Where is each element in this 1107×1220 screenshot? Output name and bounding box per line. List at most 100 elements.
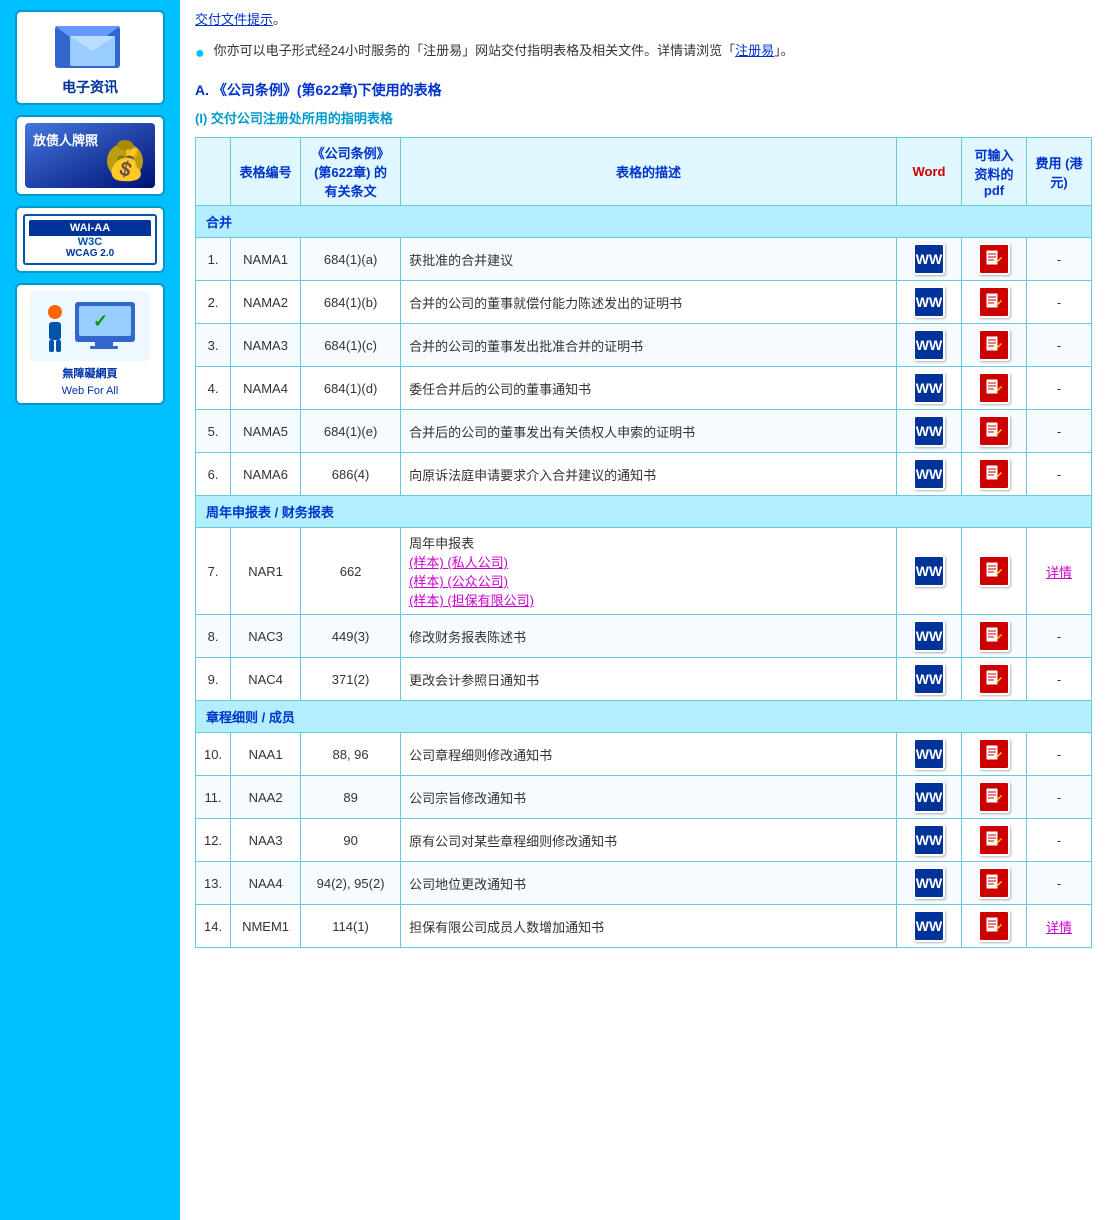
row-number: 12. bbox=[196, 819, 231, 862]
fee-cell[interactable]: 详情 bbox=[1027, 905, 1092, 948]
row-number: 9. bbox=[196, 658, 231, 701]
pdf-icon-cell[interactable] bbox=[962, 658, 1027, 701]
word-icon-cell[interactable]: W bbox=[897, 453, 962, 496]
pdf-icon-cell[interactable] bbox=[962, 281, 1027, 324]
word-icon-cell[interactable]: W bbox=[897, 776, 962, 819]
word-icon-cell[interactable]: W bbox=[897, 281, 962, 324]
fee-cell: - bbox=[1027, 324, 1092, 367]
word-icon[interactable]: W bbox=[913, 415, 945, 447]
col-word: Word bbox=[897, 138, 962, 206]
pdf-icon-cell[interactable] bbox=[962, 324, 1027, 367]
pdf-icon[interactable] bbox=[978, 415, 1010, 447]
wcag-label: WCAG 2.0 bbox=[66, 248, 114, 259]
pdf-icon-cell[interactable] bbox=[962, 776, 1027, 819]
pdf-icon[interactable] bbox=[978, 738, 1010, 770]
pdf-icon[interactable] bbox=[978, 286, 1010, 318]
pdf-icon-cell[interactable] bbox=[962, 367, 1027, 410]
word-icon-cell[interactable]: W bbox=[897, 367, 962, 410]
pdf-icon-cell[interactable] bbox=[962, 410, 1027, 453]
wai-widget[interactable]: WAI-AA W3C WCAG 2.0 bbox=[15, 206, 165, 273]
word-icon-cell[interactable]: W bbox=[897, 862, 962, 905]
accessible-label: 無障礙網頁 bbox=[63, 365, 118, 381]
fee-cell: - bbox=[1027, 453, 1092, 496]
row-number: 5. bbox=[196, 410, 231, 453]
word-icon-cell[interactable]: W bbox=[897, 905, 962, 948]
detail-link[interactable]: 详情 bbox=[1046, 565, 1072, 580]
word-icon[interactable]: W bbox=[913, 329, 945, 361]
pdf-icon-cell[interactable] bbox=[962, 733, 1027, 776]
word-icon[interactable]: W bbox=[913, 738, 945, 770]
word-icon[interactable]: W bbox=[913, 458, 945, 490]
clause: 114(1) bbox=[301, 905, 401, 948]
fee-cell: - bbox=[1027, 658, 1092, 701]
pdf-icon[interactable] bbox=[978, 372, 1010, 404]
group-header-row: 章程细则 / 成员 bbox=[196, 701, 1092, 733]
pdf-icon[interactable] bbox=[978, 329, 1010, 361]
word-icon[interactable]: W bbox=[913, 663, 945, 695]
pdf-icon-cell[interactable] bbox=[962, 615, 1027, 658]
clause: 684(1)(a) bbox=[301, 238, 401, 281]
accessible-widget[interactable]: ✓ 無障礙網頁 Web For All bbox=[15, 283, 165, 405]
word-icon[interactable]: W bbox=[913, 555, 945, 587]
word-icon[interactable]: W bbox=[913, 243, 945, 275]
bond-widget[interactable]: 放债人牌照 $ bbox=[15, 115, 165, 196]
bullet-icon: ● bbox=[195, 41, 205, 67]
word-icon[interactable]: W bbox=[913, 372, 945, 404]
word-icon-cell[interactable]: W bbox=[897, 658, 962, 701]
row-number: 3. bbox=[196, 324, 231, 367]
accessible-sub: Web For All bbox=[62, 385, 119, 397]
word-icon-cell[interactable]: W bbox=[897, 615, 962, 658]
pdf-icon[interactable] bbox=[978, 620, 1010, 652]
detail-link[interactable]: 详情 bbox=[1046, 920, 1072, 935]
table-row: 8.NAC3449(3)修改财务报表陈述书W - bbox=[196, 615, 1092, 658]
pdf-icon[interactable] bbox=[978, 781, 1010, 813]
svg-text:✓: ✓ bbox=[93, 311, 108, 331]
form-id: NAMA3 bbox=[231, 324, 301, 367]
pdf-icon[interactable] bbox=[978, 910, 1010, 942]
word-icon-cell[interactable]: W bbox=[897, 733, 962, 776]
pdf-icon-cell[interactable] bbox=[962, 905, 1027, 948]
row-number: 8. bbox=[196, 615, 231, 658]
svg-text:$: $ bbox=[117, 154, 126, 171]
table-row: 11.NAA289公司宗旨修改通知书W - bbox=[196, 776, 1092, 819]
form-id: NAC4 bbox=[231, 658, 301, 701]
pdf-icon[interactable] bbox=[978, 555, 1010, 587]
pdf-icon[interactable] bbox=[978, 663, 1010, 695]
col-form-number: 表格编号 bbox=[231, 138, 301, 206]
word-icon[interactable]: W bbox=[913, 867, 945, 899]
pdf-icon-cell[interactable] bbox=[962, 862, 1027, 905]
sample-link-1[interactable]: (样本) (私人公司) bbox=[409, 555, 508, 570]
pdf-icon[interactable] bbox=[978, 867, 1010, 899]
sample-link-3[interactable]: (样本) (担保有限公司) bbox=[409, 593, 534, 608]
clause: 89 bbox=[301, 776, 401, 819]
word-icon[interactable]: W bbox=[913, 910, 945, 942]
word-icon-cell[interactable]: W bbox=[897, 324, 962, 367]
pdf-icon[interactable] bbox=[978, 824, 1010, 856]
registration-easy-link[interactable]: 注册易 bbox=[735, 43, 774, 58]
email-widget[interactable]: 电子资讯 bbox=[15, 10, 165, 105]
pdf-icon-cell[interactable] bbox=[962, 819, 1027, 862]
clause: 684(1)(e) bbox=[301, 410, 401, 453]
sample-link-2[interactable]: (样本) (公众公司) bbox=[409, 574, 508, 589]
pdf-icon[interactable] bbox=[978, 243, 1010, 275]
pdf-icon[interactable] bbox=[978, 458, 1010, 490]
word-icon-cell[interactable]: W bbox=[897, 238, 962, 281]
pdf-icon-cell[interactable] bbox=[962, 238, 1027, 281]
word-icon[interactable]: W bbox=[913, 781, 945, 813]
table-row: 2.NAMA2684(1)(b)合并的公司的董事就偿付能力陈述发出的证明书W - bbox=[196, 281, 1092, 324]
word-icon[interactable]: W bbox=[913, 286, 945, 318]
fee-cell: - bbox=[1027, 615, 1092, 658]
word-icon-cell[interactable]: W bbox=[897, 528, 962, 615]
pdf-icon-cell[interactable] bbox=[962, 453, 1027, 496]
group-header-row: 合并 bbox=[196, 206, 1092, 238]
col-desc: 表格的描述 bbox=[401, 138, 897, 206]
word-icon[interactable]: W bbox=[913, 824, 945, 856]
table-row: 6.NAMA6686(4)向原诉法庭申请要求介入合并建议的通知书W - bbox=[196, 453, 1092, 496]
fee-cell[interactable]: 详情 bbox=[1027, 528, 1092, 615]
word-icon-cell[interactable]: W bbox=[897, 819, 962, 862]
pdf-icon-cell[interactable] bbox=[962, 528, 1027, 615]
word-icon[interactable]: W bbox=[913, 620, 945, 652]
delivery-reminder-link[interactable]: 交付文件提示 bbox=[195, 12, 273, 27]
word-icon-cell[interactable]: W bbox=[897, 410, 962, 453]
table-row: 7.NAR1662周年申报表(样本) (私人公司)(样本) (公众公司)(样本)… bbox=[196, 528, 1092, 615]
